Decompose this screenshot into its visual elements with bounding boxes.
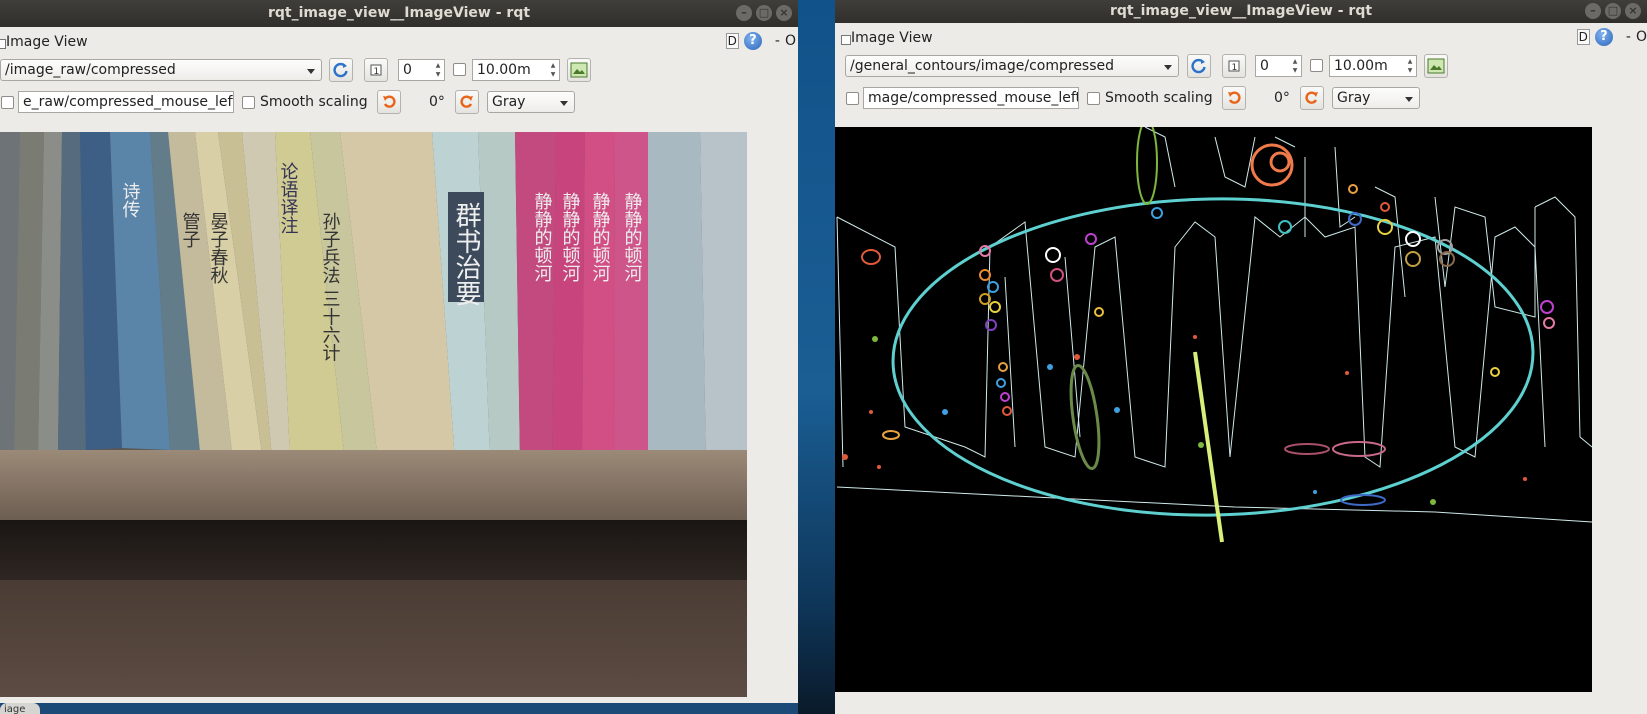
d-button[interactable]: D bbox=[725, 33, 739, 49]
close-icon[interactable]: × bbox=[1625, 3, 1641, 19]
save-image-button[interactable] bbox=[567, 58, 591, 82]
spin-arrows-icon[interactable]: ▲ ▼ bbox=[1290, 57, 1300, 75]
refresh-button[interactable] bbox=[1187, 54, 1211, 78]
rotate-right-icon bbox=[460, 95, 473, 108]
spin-value: 0 bbox=[1260, 58, 1269, 74]
rate-value: 10.00m bbox=[477, 62, 531, 78]
contour-image[interactable] bbox=[835, 127, 1592, 692]
rotate-left-icon bbox=[1228, 91, 1241, 104]
dash-button[interactable]: - bbox=[775, 33, 780, 49]
rotate-right-button[interactable] bbox=[1300, 86, 1324, 110]
rotate-left-button[interactable] bbox=[377, 90, 401, 114]
color-scheme-select[interactable]: Gray bbox=[1332, 87, 1420, 109]
zoom-1-icon: 1 bbox=[1228, 60, 1240, 73]
rate-spinner[interactable]: 10.00m ▲ ▼ bbox=[472, 59, 560, 81]
maximize-icon[interactable]: □ bbox=[756, 5, 772, 21]
spin-value: 0 bbox=[403, 62, 412, 78]
right-window-title: rqt_image_view__ImageView - rqt bbox=[1109, 3, 1373, 19]
topic-select[interactable]: /general_contours/image/compressed bbox=[845, 55, 1179, 77]
mouse-topic-field[interactable]: e_raw/compressed_mouse_left bbox=[18, 91, 234, 113]
rotate-left-icon bbox=[383, 95, 396, 108]
book-spine-text-7: 静静的顿河 bbox=[532, 192, 553, 282]
minimize-icon[interactable]: – bbox=[736, 5, 752, 21]
o-button[interactable]: O bbox=[785, 33, 796, 49]
zoom-1-button[interactable]: 1 bbox=[1222, 54, 1246, 78]
book-spine-text-3: 晏子春秋 bbox=[208, 212, 229, 284]
desktop-background bbox=[798, 0, 835, 714]
svg-text:1: 1 bbox=[374, 67, 380, 77]
rotate-right-button[interactable] bbox=[455, 90, 479, 114]
smooth-scaling-label: Smooth scaling bbox=[1105, 90, 1213, 106]
refresh-icon bbox=[333, 62, 348, 78]
o-button[interactable]: O bbox=[1636, 29, 1647, 45]
help-icon[interactable]: ? bbox=[743, 32, 762, 50]
book-spine-text-1: 诗传 bbox=[120, 182, 141, 218]
color-scheme-select[interactable]: Gray bbox=[487, 91, 575, 113]
mouse-publish-checkbox[interactable] bbox=[846, 92, 859, 105]
left-window-titlebar[interactable]: rqt_image_view__ImageView - rqt – □ × bbox=[0, 0, 798, 27]
close-icon[interactable]: × bbox=[776, 5, 792, 21]
d-button[interactable]: D bbox=[1576, 29, 1590, 45]
mouse-publish-checkbox[interactable] bbox=[1, 96, 14, 109]
publish-checkbox[interactable] bbox=[1310, 59, 1323, 72]
panel-title: Image View bbox=[841, 30, 933, 46]
minimize-icon[interactable]: – bbox=[1585, 3, 1601, 19]
smooth-scaling-label: Smooth scaling bbox=[260, 94, 368, 110]
svg-text:1: 1 bbox=[1232, 63, 1238, 73]
save-image-icon bbox=[570, 62, 588, 78]
num-gridlines-spinner[interactable]: 0 ▲ ▼ bbox=[398, 59, 445, 81]
bottom-tab[interactable]: iage bbox=[0, 703, 40, 714]
left-image-view-window: rqt_image_view__ImageView - rqt – □ × Im… bbox=[0, 0, 798, 703]
panel-title: Image View bbox=[0, 34, 88, 50]
rotate-right-icon bbox=[1305, 91, 1318, 104]
rate-arrows-icon[interactable]: ▲ ▼ bbox=[548, 61, 558, 79]
mouse-topic-field[interactable]: mage/compressed_mouse_left bbox=[863, 87, 1079, 109]
rate-spinner[interactable]: 10.00m ▲ ▼ bbox=[1329, 55, 1417, 77]
topic-select[interactable]: /image_raw/compressed bbox=[0, 59, 322, 81]
book-spine-text-10: 静静的顿河 bbox=[622, 192, 643, 282]
right-image-view-window: rqt_image_view__ImageView - rqt – □ × Im… bbox=[835, 0, 1647, 714]
rotate-left-button[interactable] bbox=[1222, 86, 1246, 110]
smooth-scaling-checkbox[interactable] bbox=[242, 96, 255, 109]
save-image-icon bbox=[1427, 58, 1445, 74]
book-spine-text-5: 孙子兵法 三十六计 bbox=[320, 212, 341, 362]
rate-value: 10.00m bbox=[1334, 58, 1388, 74]
publish-checkbox[interactable] bbox=[453, 63, 466, 76]
save-image-button[interactable] bbox=[1424, 54, 1448, 78]
book-spine-text-8: 静静的顿河 bbox=[560, 192, 581, 282]
maximize-icon[interactable]: □ bbox=[1605, 3, 1621, 19]
bookshelf-photo: 诗传 管子 晏子春秋 论语译注 孙子兵法 三十六计 群书治要 静静的顿河 静静的… bbox=[0, 132, 747, 697]
smooth-scaling-checkbox[interactable] bbox=[1087, 92, 1100, 105]
book-spine-text-6: 群书治要 bbox=[451, 202, 481, 306]
left-window-title: rqt_image_view__ImageView - rqt bbox=[267, 5, 531, 21]
num-gridlines-spinner[interactable]: 0 ▲ ▼ bbox=[1255, 55, 1302, 77]
rotation-label: 0° bbox=[429, 94, 445, 110]
zoom-1-icon: 1 bbox=[370, 64, 382, 77]
book-spine-text-4: 论语译注 bbox=[278, 162, 299, 234]
spin-arrows-icon[interactable]: ▲ ▼ bbox=[433, 61, 443, 79]
book-spine-text-9: 静静的顿河 bbox=[590, 192, 611, 282]
rotation-label: 0° bbox=[1274, 90, 1290, 106]
refresh-button[interactable] bbox=[329, 58, 353, 82]
contours-visualization bbox=[836, 127, 1592, 543]
dash-button[interactable]: - bbox=[1626, 29, 1631, 45]
refresh-icon bbox=[1191, 58, 1206, 74]
zoom-1-button[interactable]: 1 bbox=[364, 58, 388, 82]
raw-camera-image[interactable]: 诗传 管子 晏子春秋 论语译注 孙子兵法 三十六计 群书治要 静静的顿河 静静的… bbox=[0, 132, 747, 697]
help-icon[interactable]: ? bbox=[1594, 28, 1613, 46]
right-window-titlebar[interactable]: rqt_image_view__ImageView - rqt – □ × bbox=[835, 0, 1647, 23]
book-spine-text-2: 管子 bbox=[180, 212, 201, 248]
rate-arrows-icon[interactable]: ▲ ▼ bbox=[1405, 57, 1415, 75]
